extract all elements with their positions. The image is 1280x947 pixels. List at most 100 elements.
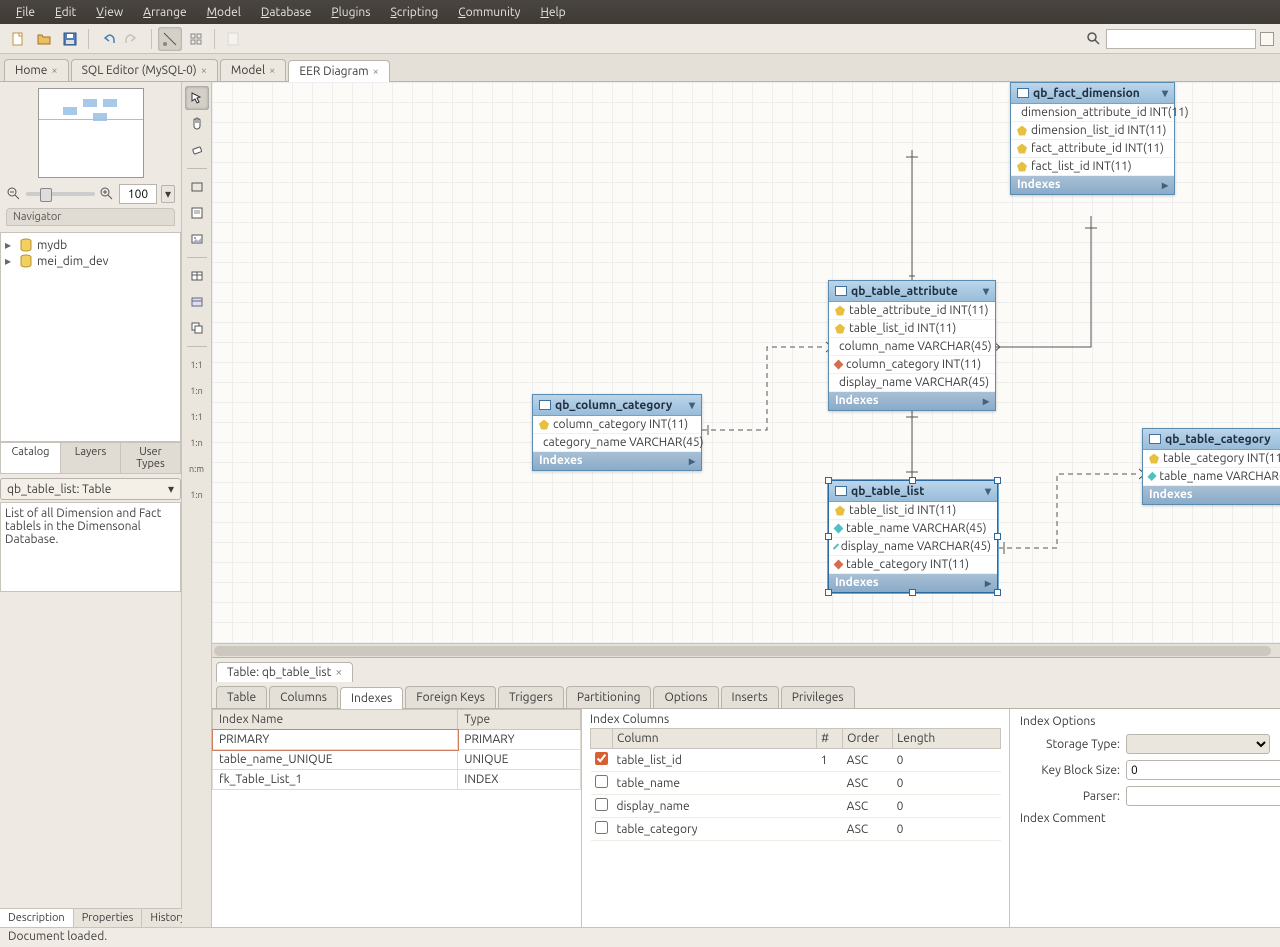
zoom-out-icon[interactable] <box>6 186 22 202</box>
catalog-tree[interactable]: ▸mydb ▸mei_dim_dev <box>0 232 181 442</box>
tree-node-mei-dim-dev[interactable]: ▸mei_dim_dev <box>5 253 176 269</box>
resize-handle[interactable] <box>994 533 1001 540</box>
navigator-header: Navigator <box>6 208 175 226</box>
subtab-table[interactable]: Table <box>216 686 267 708</box>
catalog-tab-user-types[interactable]: User Types <box>121 443 180 473</box>
subtab-foreign-keys[interactable]: Foreign Keys <box>405 686 496 708</box>
subtab-privileges[interactable]: Privileges <box>781 686 855 708</box>
key-block-size-input[interactable] <box>1126 760 1280 780</box>
subtab-inserts[interactable]: Inserts <box>721 686 779 708</box>
table-icon <box>539 400 551 410</box>
object-selector-combo[interactable]: qb_table_list: Table▾ <box>0 478 181 500</box>
navigator-panel: ▾ Navigator <box>0 82 181 232</box>
mini-tab-properties[interactable]: Properties <box>74 909 143 927</box>
open-file-button[interactable] <box>32 27 56 51</box>
rel-1-1-non-tool[interactable]: 1:1 <box>185 353 209 377</box>
zoom-in-icon[interactable] <box>99 186 115 202</box>
menu-scripting[interactable]: Scripting <box>382 4 446 21</box>
table-icon <box>1149 434 1161 444</box>
col-check[interactable] <box>595 798 608 811</box>
menu-edit[interactable]: Edit <box>47 4 84 21</box>
tab-home[interactable]: Home× <box>4 59 69 81</box>
catalog-tabs: Catalog Layers User Types <box>0 442 181 474</box>
tab-model[interactable]: Model× <box>220 59 286 81</box>
resize-handle[interactable] <box>994 589 1001 596</box>
tab-sql-editor[interactable]: SQL Editor (MySQL-0)× <box>71 59 218 81</box>
menu-help[interactable]: Help <box>532 4 573 21</box>
subtab-columns[interactable]: Columns <box>269 686 338 708</box>
catalog-tab-layers[interactable]: Layers <box>61 443 121 473</box>
resize-handle[interactable] <box>825 589 832 596</box>
horizontal-scrollbar[interactable] <box>212 643 1280 657</box>
resize-handle[interactable] <box>825 533 832 540</box>
note-tool[interactable] <box>185 201 209 225</box>
routine-group-tool[interactable] <box>185 316 209 340</box>
subtab-partitioning[interactable]: Partitioning <box>566 686 652 708</box>
view-tool[interactable] <box>185 290 209 314</box>
table-editor-subtabs: Table Columns Indexes Foreign Keys Trigg… <box>212 682 1280 709</box>
align-grid-button[interactable] <box>184 27 208 51</box>
resize-handle[interactable] <box>909 589 916 596</box>
new-file-button[interactable] <box>6 27 30 51</box>
rel-existing-tool[interactable]: 1:n <box>185 483 209 507</box>
col-check[interactable] <box>595 752 608 765</box>
resize-handle[interactable] <box>909 477 916 484</box>
zoom-input[interactable] <box>119 184 157 204</box>
image-tool[interactable] <box>185 227 209 251</box>
entity-qb-table-category[interactable]: qb_table_category▾ table_category INT(11… <box>1142 428 1280 505</box>
table-editor-tab[interactable]: Table: qb_table_list× <box>216 662 353 682</box>
pointer-tool[interactable] <box>185 86 209 110</box>
parser-input[interactable] <box>1126 786 1280 806</box>
navigator-thumbnail[interactable] <box>38 88 144 178</box>
index-column-row[interactable]: display_nameASC0 <box>591 795 1001 818</box>
search-option-button[interactable] <box>1260 32 1274 46</box>
menu-database[interactable]: Database <box>253 4 320 21</box>
entity-qb-fact-dimension[interactable]: qb_fact_dimension▾ dimension_attribute_i… <box>1010 82 1175 195</box>
storage-type-select[interactable] <box>1126 734 1270 754</box>
rel-1-n-non-tool[interactable]: 1:n <box>185 379 209 403</box>
catalog-tab-catalog[interactable]: Catalog <box>1 443 61 473</box>
zoom-slider[interactable] <box>26 192 95 196</box>
entity-qb-table-list[interactable]: qb_table_list▾ table_list_id INT(11) tab… <box>828 480 998 593</box>
print-button[interactable] <box>221 27 245 51</box>
menu-file[interactable]: File <box>8 4 43 21</box>
rel-n-m-tool[interactable]: n:m <box>185 457 209 481</box>
layer-tool[interactable] <box>185 175 209 199</box>
mini-tab-description[interactable]: Description <box>0 909 74 927</box>
entity-qb-column-category[interactable]: qb_column_category▾ column_category INT(… <box>532 394 702 471</box>
hand-tool[interactable] <box>185 112 209 136</box>
redo-button[interactable] <box>121 27 145 51</box>
subtab-indexes[interactable]: Indexes <box>340 687 403 709</box>
menu-model[interactable]: Model <box>199 4 249 21</box>
toolbar <box>0 24 1280 54</box>
sidebar: ▾ Navigator ▸mydb ▸mei_dim_dev Catalog L… <box>0 82 182 927</box>
sidebar-bottom-tabs: Description Properties History <box>0 908 181 927</box>
rel-1-1-tool[interactable]: 1:1 <box>185 405 209 429</box>
menu-plugins[interactable]: Plugins <box>323 4 378 21</box>
index-column-row[interactable]: table_list_id1ASC0 <box>591 749 1001 772</box>
grid-toggle-button[interactable] <box>158 27 182 51</box>
menu-arrange[interactable]: Arrange <box>135 4 194 21</box>
undo-button[interactable] <box>95 27 119 51</box>
menu-view[interactable]: View <box>88 4 131 21</box>
resize-handle[interactable] <box>994 477 1001 484</box>
col-check[interactable] <box>595 775 608 788</box>
menu-community[interactable]: Community <box>450 4 528 21</box>
eraser-tool[interactable] <box>185 138 209 162</box>
entity-qb-table-attribute[interactable]: qb_table_attribute▾ table_attribute_id I… <box>828 280 996 411</box>
diagram-canvas[interactable]: qb_fact_dimension▾ dimension_attribute_i… <box>212 82 1280 643</box>
search-input[interactable] <box>1106 29 1256 49</box>
table-tool[interactable] <box>185 264 209 288</box>
index-column-row[interactable]: table_nameASC0 <box>591 772 1001 795</box>
rel-1-n-tool[interactable]: 1:n <box>185 431 209 455</box>
tab-eer-diagram[interactable]: EER Diagram× <box>288 60 389 82</box>
zoom-dropdown[interactable]: ▾ <box>161 185 175 203</box>
index-list-grid[interactable]: Index NameType PRIMARYPRIMARY table_name… <box>212 709 582 927</box>
resize-handle[interactable] <box>825 477 832 484</box>
col-check[interactable] <box>595 821 608 834</box>
tree-node-mydb[interactable]: ▸mydb <box>5 237 176 253</box>
index-column-row[interactable]: table_categoryASC0 <box>591 818 1001 841</box>
save-button[interactable] <box>58 27 82 51</box>
subtab-options[interactable]: Options <box>653 686 718 708</box>
subtab-triggers[interactable]: Triggers <box>498 686 564 708</box>
